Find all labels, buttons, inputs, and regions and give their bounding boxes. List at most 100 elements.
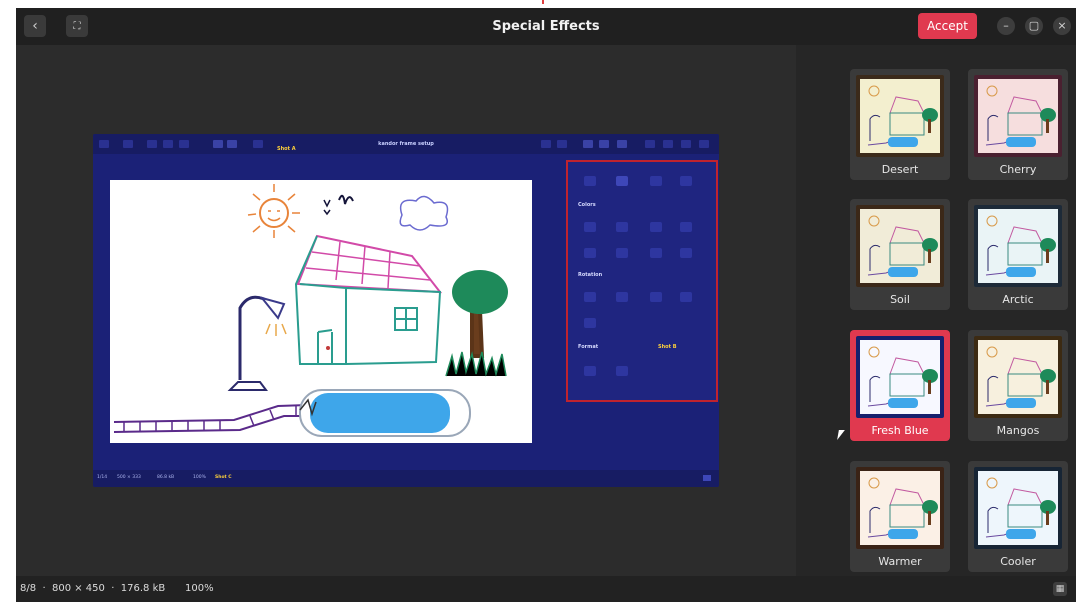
effect-tile-label: Arctic [1002,293,1034,306]
panel-button [680,176,692,186]
thumbnail-canvas [978,471,1058,545]
preview-status-button [703,475,711,481]
effect-tile-desert[interactable]: Desert [850,69,950,180]
effect-thumbnail [974,205,1062,287]
effect-tile-label: Fresh Blue [871,424,929,437]
effect-tile-soil[interactable]: Soil [850,199,950,310]
effect-tile-label: Warmer [878,555,922,568]
thumbnail-canvas [860,209,940,283]
minimize-button[interactable]: – [997,17,1015,35]
zoom-level[interactable]: 100% [185,576,214,602]
effect-tile-cherry[interactable]: Cherry [968,69,1068,180]
thumbnail-drawing [867,477,938,539]
panel-button [650,248,662,258]
back-button[interactable]: ‹ [24,15,46,37]
image-info: 8/8 · 800 × 450 · 176.8 kB [20,583,166,594]
preview-statusbar: 1/14 500 × 333 86.8 kB 100% Shot C [93,470,719,487]
thumbnail-canvas [978,209,1058,283]
preview-toolbar-chip [663,140,673,148]
panel-button [616,222,628,232]
effect-thumbnail [856,336,944,418]
effect-tile-fresh-blue[interactable]: Fresh Blue [850,330,950,441]
status-bar: 8/8 · 800 × 450 · 176.8 kB 100% ▦ [16,576,1076,602]
preview-toolbar-chip [599,140,609,148]
panel-section-colors: Colors [578,202,596,208]
panel-button [616,248,628,258]
preview-status-item: 1/14 [97,475,108,480]
fullscreen-button[interactable]: ⛶ [66,15,88,37]
effect-tile-cooler[interactable]: Cooler [968,461,1068,572]
preview-status-item: 86.8 kB [157,475,175,480]
effect-thumbnail [856,205,944,287]
effects-sidebar: Desert Cherry Soil Arctic Fresh Blue Mangos Wa… [796,45,1076,576]
panel-button [680,292,692,302]
thumbnail-canvas [978,79,1058,153]
thumbnail-drawing [985,85,1056,147]
preview-status-item: 500 × 333 [117,475,141,480]
panel-button [680,222,692,232]
panel-button [616,292,628,302]
effect-tile-label: Soil [890,293,910,306]
thumbnail-drawing [985,346,1056,408]
panel-button [584,222,596,232]
drawing-canvas [110,180,532,443]
preview-tag: Shot C [215,475,232,480]
effect-tile-label: Cherry [999,163,1037,176]
effect-tile-warmer[interactable]: Warmer [850,461,950,572]
preview-toolbar-chip [645,140,655,148]
effect-thumbnail [974,75,1062,157]
panel-button [584,292,596,302]
thumbnail-drawing [867,85,938,147]
preview-toolbar: Shot A kandor frame setup [93,134,719,154]
effect-tile-label: Cooler [1000,555,1036,568]
thumbnail-drawing [985,215,1056,277]
house-drawing [113,184,508,437]
preview-toolbar-chip [557,140,567,148]
panel-button [584,366,596,376]
thumbnail-canvas [860,471,940,545]
close-button[interactable]: × [1053,17,1071,35]
header-bar: ‹ ⛶ Special Effects Accept – ▢ × [16,8,1076,45]
chevron-left-icon: ‹ [32,18,38,34]
thumbnail-canvas [860,79,940,153]
close-icon: × [1057,19,1067,32]
panel-button [616,366,628,376]
accept-button[interactable]: Accept [918,13,977,39]
panel-button [584,248,596,258]
grid-icon: ▦ [1055,584,1065,594]
preview-side-panel: Colors Rotation Format Shot B [566,160,718,402]
thumbnail-drawing [867,346,938,408]
window-title: Special Effects [492,19,600,34]
screen-marker [542,0,544,4]
preview-toolbar-chip [541,140,551,148]
preview-toolbar-chip [617,140,627,148]
preview-toolbar-chip [699,140,709,148]
special-effects-window: ‹ ⛶ Special Effects Accept – ▢ × Shot A … [16,8,1076,602]
panel-button [584,176,596,186]
panel-button [650,222,662,232]
effect-thumbnail [856,75,944,157]
effect-thumbnail [974,336,1062,418]
maximize-button[interactable]: ▢ [1025,17,1043,35]
panel-button [680,248,692,258]
thumbnail-canvas [978,340,1058,414]
preview-toolbar-chip [583,140,593,148]
panel-button [650,176,662,186]
thumbnail-drawing [867,215,938,277]
effect-thumbnail [974,467,1062,549]
effect-tile-mangos[interactable]: Mangos [968,330,1068,441]
panel-section-rotation: Rotation [578,272,603,278]
panel-section-format: Format [578,344,599,350]
effect-tile-arctic[interactable]: Arctic [968,199,1068,310]
panel-button [584,318,596,328]
effect-preview-image: Shot A kandor frame setup Colors Rotatio… [93,134,719,487]
minimize-icon: – [1003,19,1009,32]
panel-tag: Shot B [658,344,677,350]
preview-status-item: 100% [193,475,206,480]
maximize-icon: ▢ [1028,19,1040,32]
statusbar-button[interactable]: ▦ [1053,582,1067,596]
fullscreen-icon: ⛶ [73,20,81,32]
panel-button [616,176,628,186]
effect-tile-label: Mangos [996,424,1040,437]
preview-area: Shot A kandor frame setup Colors Rotatio… [16,45,796,576]
